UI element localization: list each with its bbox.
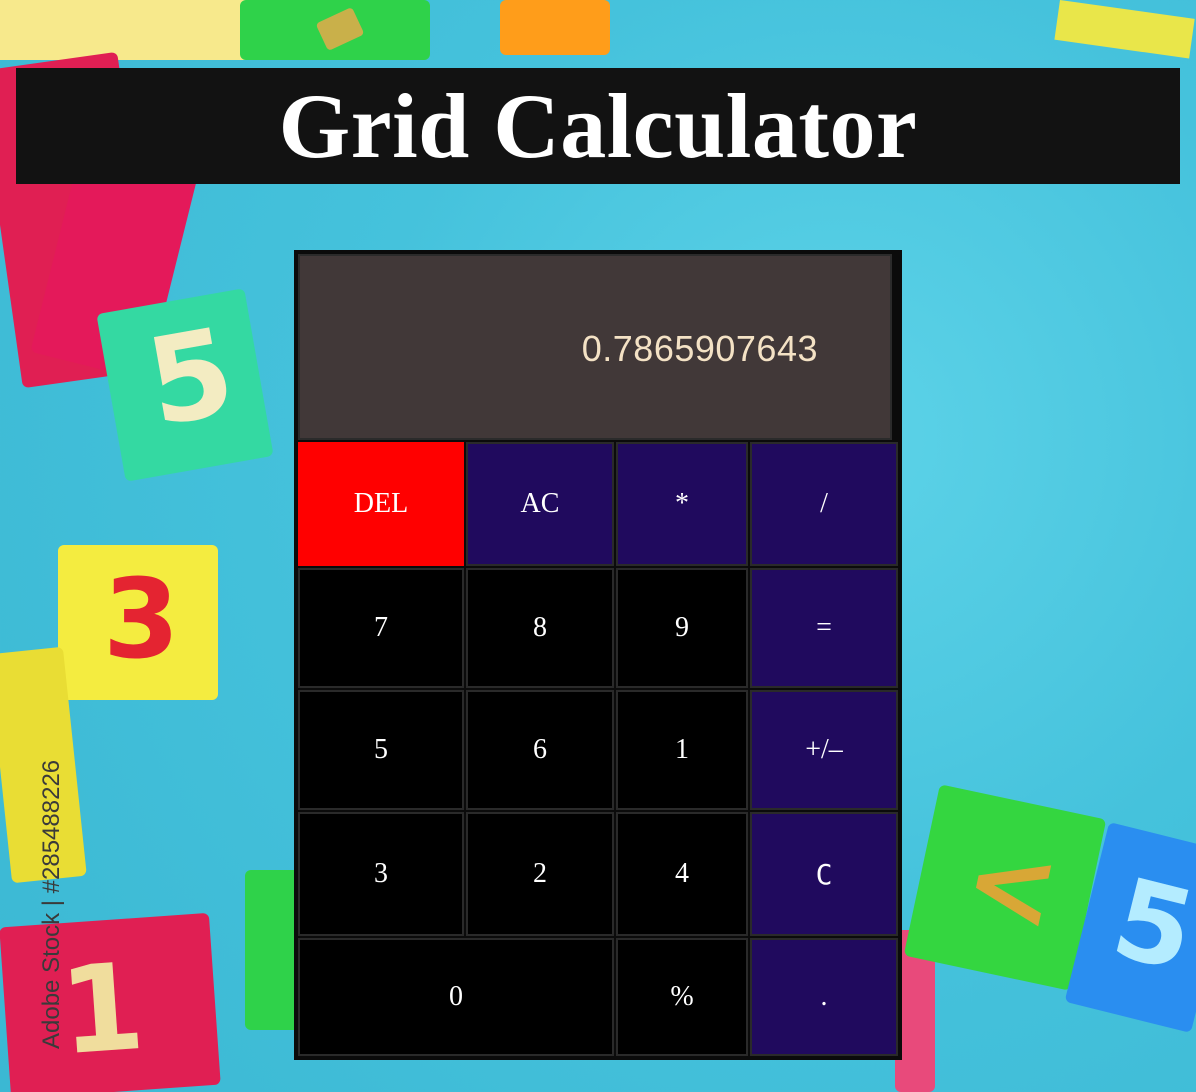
all-clear-button[interactable]: AC	[466, 442, 614, 566]
background-paper	[1054, 0, 1195, 59]
digit-7-button[interactable]: 7	[298, 568, 464, 688]
divide-button[interactable]: /	[750, 442, 898, 566]
decimal-button[interactable]: .	[750, 938, 898, 1056]
clear-button[interactable]: C	[750, 812, 898, 936]
background-paper	[0, 0, 270, 60]
keypad: DEL AC * / 7 8 9 = 5 6 1 +/– 3 2 4 C 0 %…	[298, 442, 898, 1056]
background-toy-block: 1	[0, 912, 221, 1092]
digit-3-button[interactable]: 3	[298, 812, 464, 936]
plus-minus-button[interactable]: +/–	[750, 690, 898, 810]
background-toy-block	[500, 0, 610, 55]
block-digit: 3	[103, 555, 180, 683]
title-bar: Grid Calculator	[16, 68, 1180, 184]
digit-1-button[interactable]: 1	[616, 690, 748, 810]
block-digit: 5	[137, 302, 244, 455]
block-digit: <	[953, 813, 1071, 958]
stock-watermark: Adobe Stock | #285488226	[38, 759, 65, 1049]
page-title: Grid Calculator	[278, 75, 918, 177]
digit-9-button[interactable]: 9	[616, 568, 748, 688]
background-toy-block: 3	[58, 545, 218, 700]
digit-2-button[interactable]: 2	[466, 812, 614, 936]
block-digit: 5	[1101, 853, 1196, 997]
digit-5-button[interactable]: 5	[298, 690, 464, 810]
equals-button[interactable]: =	[750, 568, 898, 688]
multiply-button[interactable]: *	[616, 442, 748, 566]
block-digit: 1	[55, 937, 149, 1083]
digit-6-button[interactable]: 6	[466, 690, 614, 810]
calculator: 0.7865907643 DEL AC * / 7 8 9 = 5 6 1 +/…	[294, 250, 902, 1060]
background-toy-block	[240, 0, 430, 60]
calculator-display: 0.7865907643	[298, 254, 892, 440]
digit-4-button[interactable]: 4	[616, 812, 748, 936]
percent-button[interactable]: %	[616, 938, 748, 1056]
display-value: 0.7865907643	[581, 328, 818, 369]
background-toy-block: 5	[96, 288, 274, 482]
background-toy-block	[245, 870, 300, 1030]
digit-8-button[interactable]: 8	[466, 568, 614, 688]
delete-button[interactable]: DEL	[298, 442, 464, 566]
digit-0-button[interactable]: 0	[298, 938, 614, 1056]
